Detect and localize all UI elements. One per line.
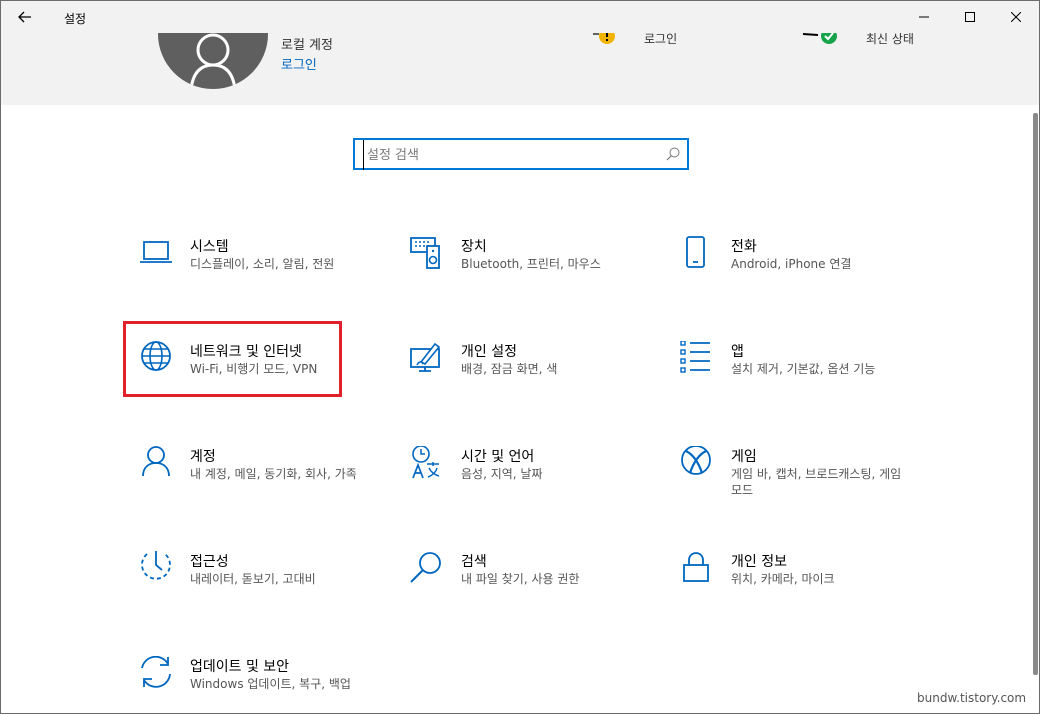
back-arrow-icon xyxy=(18,11,31,23)
phone-icon xyxy=(686,236,705,268)
tile-label: 업데이트 및 보안 xyxy=(190,659,290,675)
tile-description: Bluetooth, 프린터, 마우스 xyxy=(461,257,601,271)
lock-icon xyxy=(683,552,709,582)
vertical-scrollbar[interactable] xyxy=(1033,113,1038,675)
close-button[interactable] xyxy=(993,1,1039,33)
check-badge-icon xyxy=(802,33,837,44)
app-list-icon xyxy=(680,341,710,373)
tile-description: 내 파일 찾기, 사용 권한 xyxy=(461,572,580,586)
tile-label: 개인 설정 xyxy=(461,344,517,360)
maximize-button[interactable] xyxy=(947,1,993,33)
tile-description: 위치, 카메라, 마이크 xyxy=(731,572,835,586)
title-bar: 설정 xyxy=(1,1,1039,33)
tile-network-internet[interactable]: 네트워크 및 인터넷 Wi-Fi, 비행기 모드, VPN xyxy=(138,341,378,421)
tile-accounts[interactable]: 계정 내 계정, 메일, 동기화, 회사, 가족 xyxy=(138,446,378,526)
paint-monitor-icon xyxy=(410,342,441,372)
warning-badge-icon xyxy=(593,33,615,44)
person-icon xyxy=(142,446,170,477)
tile-label: 게임 xyxy=(731,449,757,465)
user-silhouette-icon xyxy=(189,33,237,89)
tile-phone[interactable]: 전화 Android, iPhone 연결 xyxy=(679,236,919,316)
tile-gaming[interactable]: 게임 게임 바, 캡처, 브로드캐스팅, 게임 모드 xyxy=(679,446,919,526)
settings-window: 설정 로컬 계정 로그인 로그인 최신 상태 설정 검색 시스템 디스플레이, … xyxy=(0,0,1040,714)
globe-icon xyxy=(141,341,171,371)
tile-devices[interactable]: 장치 Bluetooth, 프린터, 마우스 xyxy=(409,236,649,316)
tile-label: 계정 xyxy=(190,449,216,465)
sign-in-link[interactable]: 로그인 xyxy=(281,54,317,73)
tile-label: 개인 정보 xyxy=(731,554,787,570)
time-language-icon xyxy=(412,446,440,479)
tile-system[interactable]: 시스템 디스플레이, 소리, 알림, 전원 xyxy=(138,236,378,316)
tile-label: 접근성 xyxy=(190,554,229,570)
tile-description: 배경, 잠금 화면, 색 xyxy=(461,362,558,376)
account-type-label: 로컬 계정 xyxy=(281,38,333,53)
tile-description: 디스플레이, 소리, 알림, 전원 xyxy=(190,257,335,271)
tile-description: 게임 바, 캡처, 브로드캐스팅, 게임 모드 xyxy=(731,467,902,497)
tile-description: 설치 제거, 기본값, 옵션 기능 xyxy=(731,362,876,376)
status-sign-in-label: 로그인 xyxy=(644,33,678,46)
status-up-to-date-label: 최신 상태 xyxy=(866,33,914,46)
close-icon xyxy=(1011,12,1021,22)
minimize-button[interactable] xyxy=(901,1,947,33)
tile-description: Windows 업데이트, 복구, 백업 xyxy=(190,677,351,691)
search-box[interactable] xyxy=(353,138,689,170)
tile-personalization[interactable]: 개인 설정 배경, 잠금 화면, 색 xyxy=(409,341,649,421)
keyboard-speaker-icon xyxy=(410,237,440,269)
minimize-icon xyxy=(919,16,929,18)
watermark: bundw.tistory.com xyxy=(917,691,1027,705)
tile-privacy[interactable]: 개인 정보 위치, 카메라, 마이크 xyxy=(679,551,919,631)
laptop-icon xyxy=(140,241,172,263)
app-title: 설정 xyxy=(64,12,87,26)
tile-time-language[interactable]: 시간 및 언어 음성, 지역, 날짜 xyxy=(409,446,649,526)
account-header: 로컬 계정 로그인 로그인 최신 상태 xyxy=(1,33,1039,105)
tile-description: Android, iPhone 연결 xyxy=(731,257,852,271)
tile-description: 음성, 지역, 날짜 xyxy=(461,467,543,481)
back-button[interactable] xyxy=(7,1,43,33)
xbox-icon xyxy=(681,446,711,475)
tile-label: 시간 및 언어 xyxy=(461,449,535,465)
tile-apps[interactable]: 앱 설치 제거, 기본값, 옵션 기능 xyxy=(679,341,919,421)
tile-ease-of-access[interactable]: 접근성 내레이터, 돋보기, 고대비 xyxy=(138,551,378,631)
tile-label: 검색 xyxy=(461,554,487,570)
maximize-icon xyxy=(965,12,975,22)
avatar xyxy=(158,33,268,89)
tile-description: Wi-Fi, 비행기 모드, VPN xyxy=(190,362,318,376)
tile-search[interactable]: 검색 내 파일 찾기, 사용 권한 xyxy=(409,551,649,631)
tile-description: 내레이터, 돋보기, 고대비 xyxy=(190,572,316,586)
ease-of-access-icon xyxy=(141,551,171,580)
search-input[interactable] xyxy=(363,140,659,170)
tile-label: 시스템 xyxy=(190,239,229,255)
search-icon[interactable] xyxy=(666,147,680,161)
update-sync-icon xyxy=(141,656,171,688)
search-magnifier-icon xyxy=(410,552,441,583)
tile-description: 내 계정, 메일, 동기화, 회사, 가족 xyxy=(190,467,357,481)
tile-label: 전화 xyxy=(731,239,757,255)
tile-update-security[interactable]: 업데이트 및 보안 Windows 업데이트, 복구, 백업 xyxy=(138,656,378,713)
tile-label: 네트워크 및 인터넷 xyxy=(190,344,302,360)
tile-label: 앱 xyxy=(731,344,744,360)
tile-label: 장치 xyxy=(461,239,487,255)
